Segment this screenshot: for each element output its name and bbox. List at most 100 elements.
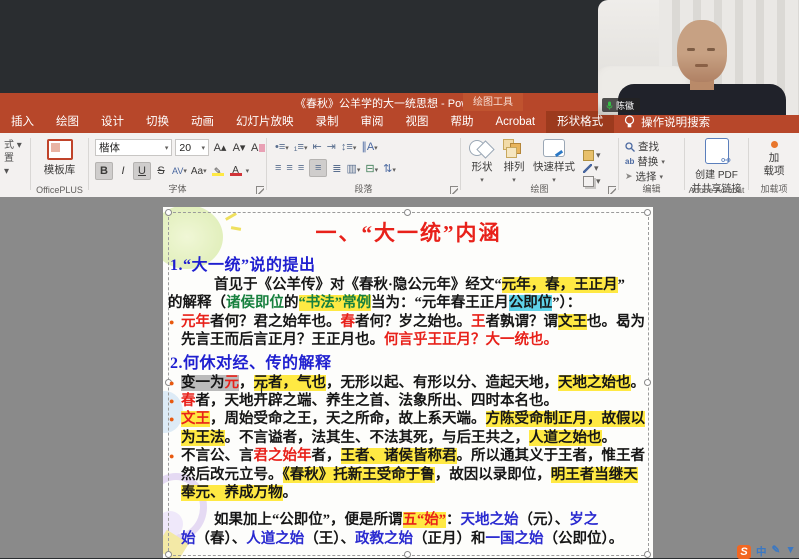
layout-button-partial[interactable]: 式 ▾ xyxy=(4,139,33,152)
slide-line: 奉元、养成万物。 xyxy=(168,484,649,502)
bullet-marker: ● xyxy=(169,410,174,428)
menu-tab-动画[interactable]: 动画 xyxy=(180,111,225,133)
sogou-logo-icon[interactable]: S xyxy=(737,545,751,559)
slide-line: ●元年者何？君之始年也。春者何？岁之始也。王者孰谓？谓文王也。曷为 xyxy=(168,313,649,331)
menu-tab-设计[interactable]: 设计 xyxy=(90,111,135,133)
search-hint-label: 操作说明搜索 xyxy=(641,114,710,130)
menu-tab-幻灯片放映[interactable]: 幻灯片放映 xyxy=(225,111,305,133)
template-library-button[interactable]: 模板库 xyxy=(31,133,88,177)
menu-tab-绘图[interactable]: 绘图 xyxy=(45,111,90,133)
chevron-down-icon[interactable]: ▾ xyxy=(246,167,250,175)
font-color-swatch xyxy=(230,173,242,176)
menu-tab-Acrobat[interactable]: Acrobat xyxy=(485,111,547,133)
selection-handle-bottom-left[interactable] xyxy=(165,551,172,558)
ribbon: 式 ▾ 置 ▾ 模板库 OfficePLUS 楷体▾ 20▾ A▴ A▾ A B xyxy=(0,133,799,198)
menu-tab-审阅[interactable]: 审阅 xyxy=(350,111,395,133)
clear-formatting-button[interactable]: A xyxy=(250,140,266,156)
section-button-partial[interactable]: ▾ xyxy=(4,165,33,178)
bullet-marker: ● xyxy=(169,374,174,392)
mic-icon xyxy=(606,101,613,110)
line-spacing-button[interactable]: ↕≡▾ xyxy=(341,141,356,153)
slide-text[interactable]: 一、“大一统”内涵1.“大一统”说的提出首见于《公羊传》对《春秋·隐公元年》经文… xyxy=(168,215,649,548)
ime-toolbar[interactable]: S 中✎▼▭ xyxy=(737,544,799,559)
font-name-combobox[interactable]: 楷体▾ xyxy=(95,139,172,156)
template-library-icon xyxy=(47,139,73,160)
align-right-button[interactable]: ≡ xyxy=(298,162,304,174)
numbering-button[interactable]: ₁≡▾ xyxy=(294,141,308,153)
menu-tab-切换[interactable]: 切换 xyxy=(135,111,180,133)
shape-fill-button[interactable]: ▾ xyxy=(583,150,601,161)
bullets-button[interactable]: •≡▾ xyxy=(275,141,289,153)
ribbon-group-acrobat: 创建 PDF 并共享链接 Adobe Acrobat xyxy=(685,133,748,197)
group-label-font: 字体 xyxy=(89,182,266,195)
columns-button[interactable]: ▥▾ xyxy=(346,162,360,175)
arrange-icon xyxy=(503,139,525,157)
font-color-button[interactable]: A xyxy=(228,163,244,179)
align-left-button[interactable]: ≡ xyxy=(275,162,281,174)
slide-line: 的解释（诸侯即位的“书法”常例当为：“元年春王正月公即位”）： xyxy=(168,294,649,312)
underline-button[interactable]: U xyxy=(133,162,151,180)
ribbon-group-paragraph: •≡▾ ₁≡▾ ⇤ ⇥ ↕≡▾ ∥A▾ ≡ ≡ ≡ ≡ ≣ ▥▾ ⊟▾ ⇅▾ 段… xyxy=(267,133,460,197)
strikethrough-button[interactable]: S xyxy=(153,163,169,179)
decrease-indent-button[interactable]: ⇤ xyxy=(312,140,321,153)
pdf-link-icon xyxy=(705,138,729,164)
justify-button[interactable]: ≡ xyxy=(309,159,327,177)
reset-button-partial[interactable]: 置 xyxy=(4,152,33,165)
quick-styles-icon xyxy=(543,139,565,157)
grow-font-button[interactable]: A▴ xyxy=(212,140,228,156)
align-center-button[interactable]: ≡ xyxy=(286,162,292,174)
shapes-icon xyxy=(469,139,495,157)
drawing-dialog-launcher[interactable] xyxy=(608,186,616,194)
participant-name-tag: 陈徽 xyxy=(602,98,640,112)
bullet-marker: ● xyxy=(169,313,174,331)
slide-canvas[interactable]: 一、“大一统”内涵1.“大一统”说的提出首见于《公羊传》对《春秋·隐公元年》经文… xyxy=(163,207,653,558)
group-label-addins: 加载项 xyxy=(749,182,799,195)
group-label-acrobat: Adobe Acrobat xyxy=(685,185,748,195)
menu-tab-录制[interactable]: 录制 xyxy=(305,111,350,133)
group-label-drawing: 绘图 xyxy=(461,182,618,195)
increase-indent-button[interactable]: ⇥ xyxy=(327,140,336,153)
addins-button[interactable]: 加 载项 xyxy=(749,133,799,178)
menu-tab-插入[interactable]: 插入 xyxy=(0,111,45,133)
italic-button[interactable]: I xyxy=(115,163,131,179)
ribbon-group-drawing: 形状▾ 排列▾ 快速样式▾ ▾ ▾ ▾ 绘图 xyxy=(461,133,618,197)
magnifier-icon xyxy=(625,142,635,152)
font-dialog-launcher[interactable] xyxy=(256,186,264,194)
contextual-tab-group-header: 绘图工具 xyxy=(463,93,523,111)
convert-to-smartart-button[interactable]: ⊟▾ xyxy=(365,162,378,175)
group-label-officeplus: OfficePLUS xyxy=(31,185,88,195)
selection-handle-bottom-center[interactable] xyxy=(404,551,411,558)
lightbulb-icon xyxy=(624,115,635,129)
slide-line: ●春者，天地开辟之端、养生之首、法象所出、四时本名也。 xyxy=(168,392,649,410)
ime-item[interactable]: ✎ xyxy=(772,544,781,559)
menu-tab-帮助[interactable]: 帮助 xyxy=(440,111,485,133)
align-text-button[interactable]: ⇅▾ xyxy=(383,162,396,175)
ribbon-group-officeplus: 模板库 OfficePLUS xyxy=(31,133,88,197)
highlight-color-swatch xyxy=(212,173,224,176)
text-highlight-color-button[interactable]: ✎ xyxy=(210,163,226,179)
character-spacing-button[interactable]: AV▾ xyxy=(171,163,188,179)
webcam-thumbnail[interactable]: 陈徽 xyxy=(598,0,799,115)
replace-button[interactable]: ab 替换▾ xyxy=(625,154,684,169)
menu-tab-视图[interactable]: 视图 xyxy=(395,111,440,133)
text-cursor-ibeam xyxy=(257,383,266,397)
ime-item[interactable]: 中 xyxy=(756,544,767,559)
distribute-button[interactable]: ≣ xyxy=(332,162,341,175)
slide-line: 2.何休对经、传的解释 xyxy=(168,353,649,374)
slide-line: 然后改元立号。《春秋》托新王受命于鲁，故因以录即位，明王者当继天 xyxy=(168,466,649,484)
slide-line: ●文王，周始受命之王，天之所命，故上系天端。方陈受命制正月，故假以 xyxy=(168,410,649,428)
bold-button[interactable]: B xyxy=(95,162,113,180)
replace-icon: ab xyxy=(625,157,634,166)
person-head xyxy=(677,20,727,82)
shape-outline-button[interactable]: ▾ xyxy=(583,163,601,174)
selection-handle-bottom-right[interactable] xyxy=(644,551,651,558)
change-case-button[interactable]: Aa▾ xyxy=(190,163,208,179)
font-size-combobox[interactable]: 20▾ xyxy=(175,139,209,156)
paragraph-dialog-launcher[interactable] xyxy=(450,186,458,194)
ribbon-group-editing: 查找 ab 替换▾ ➤ 选择▾ 编辑 xyxy=(619,133,684,197)
slide-line: 如果加上“公即位”，便是所谓五“始”：天地之始（元）、岁之 xyxy=(168,511,649,529)
text-direction-button[interactable]: ∥A▾ xyxy=(361,140,377,153)
find-button[interactable]: 查找 xyxy=(625,139,684,154)
ime-item[interactable]: ▼ xyxy=(785,544,795,559)
shrink-font-button[interactable]: A▾ xyxy=(231,140,247,156)
